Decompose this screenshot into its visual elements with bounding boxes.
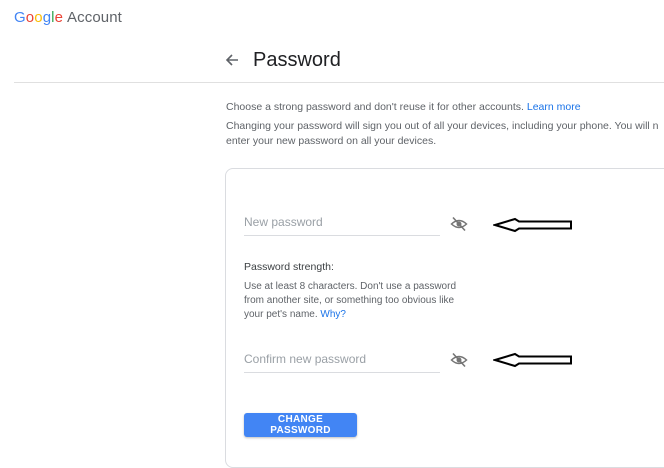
new-password-field[interactable] [244, 213, 440, 236]
learn-more-link[interactable]: Learn more [527, 101, 581, 113]
logo-suffix: Account [67, 9, 122, 26]
visibility-off-icon[interactable] [450, 216, 468, 232]
change-password-button[interactable]: CHANGE PASSWORD [244, 413, 357, 437]
why-link[interactable]: Why? [320, 309, 346, 320]
logo-letter: g [42, 9, 52, 26]
annotation-arrow [491, 352, 573, 368]
logo-letter: o [34, 9, 43, 26]
google-account-logo[interactable]: Google Account [14, 9, 122, 26]
confirm-password-field[interactable] [244, 350, 440, 373]
password-strength-help-text: Use at least 8 characters. Don't use a p… [244, 281, 457, 320]
back-arrow-icon[interactable] [222, 50, 242, 70]
logo-letter: G [14, 9, 26, 26]
annotation-arrow [491, 217, 573, 233]
page-title: Password [253, 49, 341, 71]
intro-line-1-text: Choose a strong password and don't reuse… [226, 101, 524, 113]
intro-line-2: Changing your password will sign you out… [226, 120, 659, 132]
logo-letter: o [25, 9, 35, 26]
new-password-input[interactable] [244, 215, 424, 229]
confirm-password-input[interactable] [244, 352, 424, 366]
intro-line-1: Choose a strong password and don't reuse… [226, 100, 664, 115]
password-strength-help: Use at least 8 characters. Don't use a p… [244, 280, 474, 322]
intro-line-3: enter your new password on all your devi… [226, 135, 437, 147]
visibility-off-icon[interactable] [450, 352, 468, 368]
logo-letter: e [54, 9, 64, 26]
header-divider [14, 82, 664, 83]
password-strength-label: Password strength: [244, 261, 334, 273]
intro-text: Choose a strong password and don't reuse… [226, 100, 664, 149]
